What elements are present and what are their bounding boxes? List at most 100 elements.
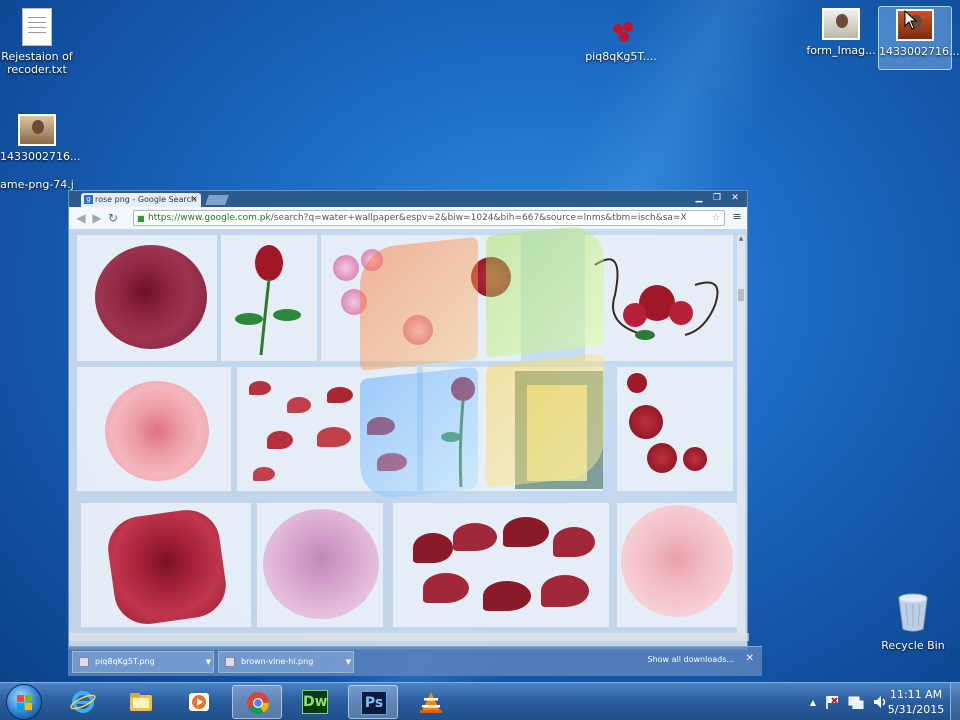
taskbar-vlc[interactable] — [406, 685, 456, 719]
image-result[interactable] — [81, 503, 251, 627]
dreamweaver-icon: Dw — [302, 690, 328, 714]
media-player-icon — [189, 693, 209, 711]
image-result[interactable] — [321, 235, 521, 361]
address-bar[interactable]: ■ https://www.google.com.pk/search?q=wat… — [133, 210, 725, 226]
image-result[interactable] — [237, 367, 417, 491]
image-result[interactable] — [257, 503, 383, 627]
file-explorer-icon — [130, 693, 152, 711]
photoshop-icon: Ps — [361, 691, 387, 715]
rose-window-image — [441, 371, 603, 489]
desktop-icon-image-file[interactable]: ame-png-74.j — [0, 178, 74, 192]
lavender-rose-image — [263, 509, 379, 619]
desktop-icon-label: form_Imag... — [806, 44, 876, 57]
tray-expand-icon[interactable]: ▲ — [810, 698, 816, 707]
taskbar: Dw Ps ▲ 11:11 AM 5/31/2015 — [0, 682, 960, 720]
clock-time: 11:11 AM — [889, 688, 943, 701]
desktop-icon-text-file[interactable]: Rejestaion of recoder.txt — [0, 8, 74, 76]
action-center-flag-icon[interactable] — [824, 695, 840, 709]
download-filename: piq8qKg5T.png — [95, 657, 155, 666]
rose-image-icon — [601, 20, 641, 46]
new-tab-button[interactable] — [205, 195, 229, 205]
close-tab-icon[interactable]: × — [191, 194, 198, 203]
taskbar-file-explorer[interactable] — [116, 685, 166, 719]
image-results-grid — [77, 233, 737, 633]
close-button[interactable]: ✕ — [727, 192, 743, 204]
minimize-button[interactable]: ▁ — [691, 192, 707, 204]
image-result[interactable] — [77, 367, 231, 491]
start-button[interactable] — [6, 684, 42, 720]
maximize-button[interactable]: ❐ — [709, 192, 725, 204]
desktop-icon-label: Recycle Bin — [881, 639, 945, 652]
taskbar-dreamweaver[interactable]: Dw — [290, 685, 340, 719]
recycle-bin-icon — [898, 593, 928, 632]
forward-icon[interactable]: ▶ — [89, 210, 105, 226]
download-shelf: piq8qKg5T.png ▼ brown-vine-hi.png ▼ Show… — [68, 646, 762, 676]
system-tray: ▲ — [810, 683, 888, 720]
horizontal-scrollbar[interactable] — [69, 633, 749, 641]
tab-rose-search[interactable]: g rose png - Google Search × — [81, 193, 201, 207]
show-desktop-button[interactable] — [950, 683, 960, 720]
desktop-icon-label: ame-png-74.j — [0, 178, 74, 191]
taskbar-media-player[interactable] — [174, 685, 224, 719]
bookmark-star-icon[interactable]: ☆ — [712, 211, 720, 225]
red-rose-image — [104, 505, 230, 627]
download-item[interactable]: piq8qKg5T.png ▼ — [72, 651, 214, 673]
desktop-icon-label: Rejestaion of recoder.txt — [1, 50, 73, 76]
scroll-up-icon[interactable]: ▲ — [737, 235, 745, 242]
window-controls: ▁ ❐ ✕ — [691, 192, 743, 204]
taskbar-internet-explorer[interactable] — [58, 685, 108, 719]
show-all-downloads-link[interactable]: Show all downloads... — [648, 655, 735, 664]
download-filename: brown-vine-hi.png — [241, 657, 314, 666]
image-result[interactable] — [617, 503, 737, 627]
photo-icon — [18, 114, 56, 146]
image-result[interactable] — [77, 235, 217, 361]
rose-stem-image — [235, 245, 301, 356]
back-icon[interactable]: ◀ — [73, 210, 89, 226]
vlc-icon — [420, 692, 442, 713]
close-download-shelf-icon[interactable]: ✕ — [746, 653, 754, 664]
reload-icon[interactable]: ↻ — [105, 210, 121, 226]
image-result[interactable] — [617, 367, 733, 491]
google-favicon-icon: g — [84, 195, 93, 204]
desktop-icon-label: 1433002716... — [0, 150, 81, 163]
desktop-icon-photo[interactable]: 1433002716... — [0, 114, 81, 163]
image-file-icon — [225, 657, 235, 667]
image-result[interactable] — [423, 367, 603, 491]
pink-rose-image — [621, 505, 733, 617]
browser-titlebar[interactable]: g rose png - Google Search × ▁ ❐ ✕ — [69, 191, 747, 207]
desktop-icon-label: 1433002716... — [879, 45, 960, 58]
url-path: /search?q=water+wallpaper&espv=2&biw=102… — [270, 213, 687, 223]
rose-swirl-image — [594, 258, 719, 340]
taskbar-clock[interactable]: 11:11 AM 5/31/2015 — [886, 687, 946, 717]
tab-title: rose png - Google Search — [95, 195, 197, 204]
mouse-cursor-icon — [904, 10, 918, 30]
vertical-scrollbar[interactable]: ▲ — [737, 235, 745, 635]
photo-icon — [822, 8, 860, 40]
desktop-icon-form-image[interactable]: form_Imag... — [804, 8, 878, 57]
browser-toolbar: ◀ ▶ ↻ ■ https://www.google.com.pk/search… — [69, 207, 747, 229]
image-file-icon — [79, 657, 89, 667]
network-icon[interactable] — [848, 695, 864, 709]
lock-icon: ■ — [137, 214, 145, 223]
url-host: https://www.google.com.pk — [148, 213, 271, 223]
chevron-down-icon[interactable]: ▼ — [206, 652, 211, 672]
chevron-down-icon[interactable]: ▼ — [346, 652, 351, 672]
pink-rose-image — [105, 381, 209, 481]
taskbar-chrome[interactable] — [232, 685, 282, 719]
chrome-browser-window[interactable]: g rose png - Google Search × ▁ ❐ ✕ ◀ ▶ ↻… — [68, 190, 749, 650]
desktop-icon-label: piq8qKg5T.... — [585, 50, 657, 63]
clock-date: 5/31/2015 — [887, 703, 945, 716]
download-item[interactable]: brown-vine-hi.png ▼ — [218, 651, 354, 673]
internet-explorer-icon — [70, 691, 96, 713]
windows-start-icon — [17, 695, 33, 711]
scrollbar-thumb[interactable] — [738, 289, 744, 301]
image-result[interactable] — [393, 503, 609, 627]
image-result[interactable] — [221, 235, 317, 361]
taskbar-photoshop[interactable]: Ps — [348, 685, 398, 719]
chrome-menu-icon[interactable]: ≡ — [731, 211, 743, 223]
text-file-icon — [22, 8, 52, 46]
desktop-icon-rose-image[interactable]: piq8qKg5T.... — [584, 20, 658, 63]
image-result[interactable] — [585, 235, 733, 361]
chrome-icon — [247, 692, 269, 714]
desktop-icon-recycle-bin[interactable]: Recycle Bin — [876, 592, 950, 652]
